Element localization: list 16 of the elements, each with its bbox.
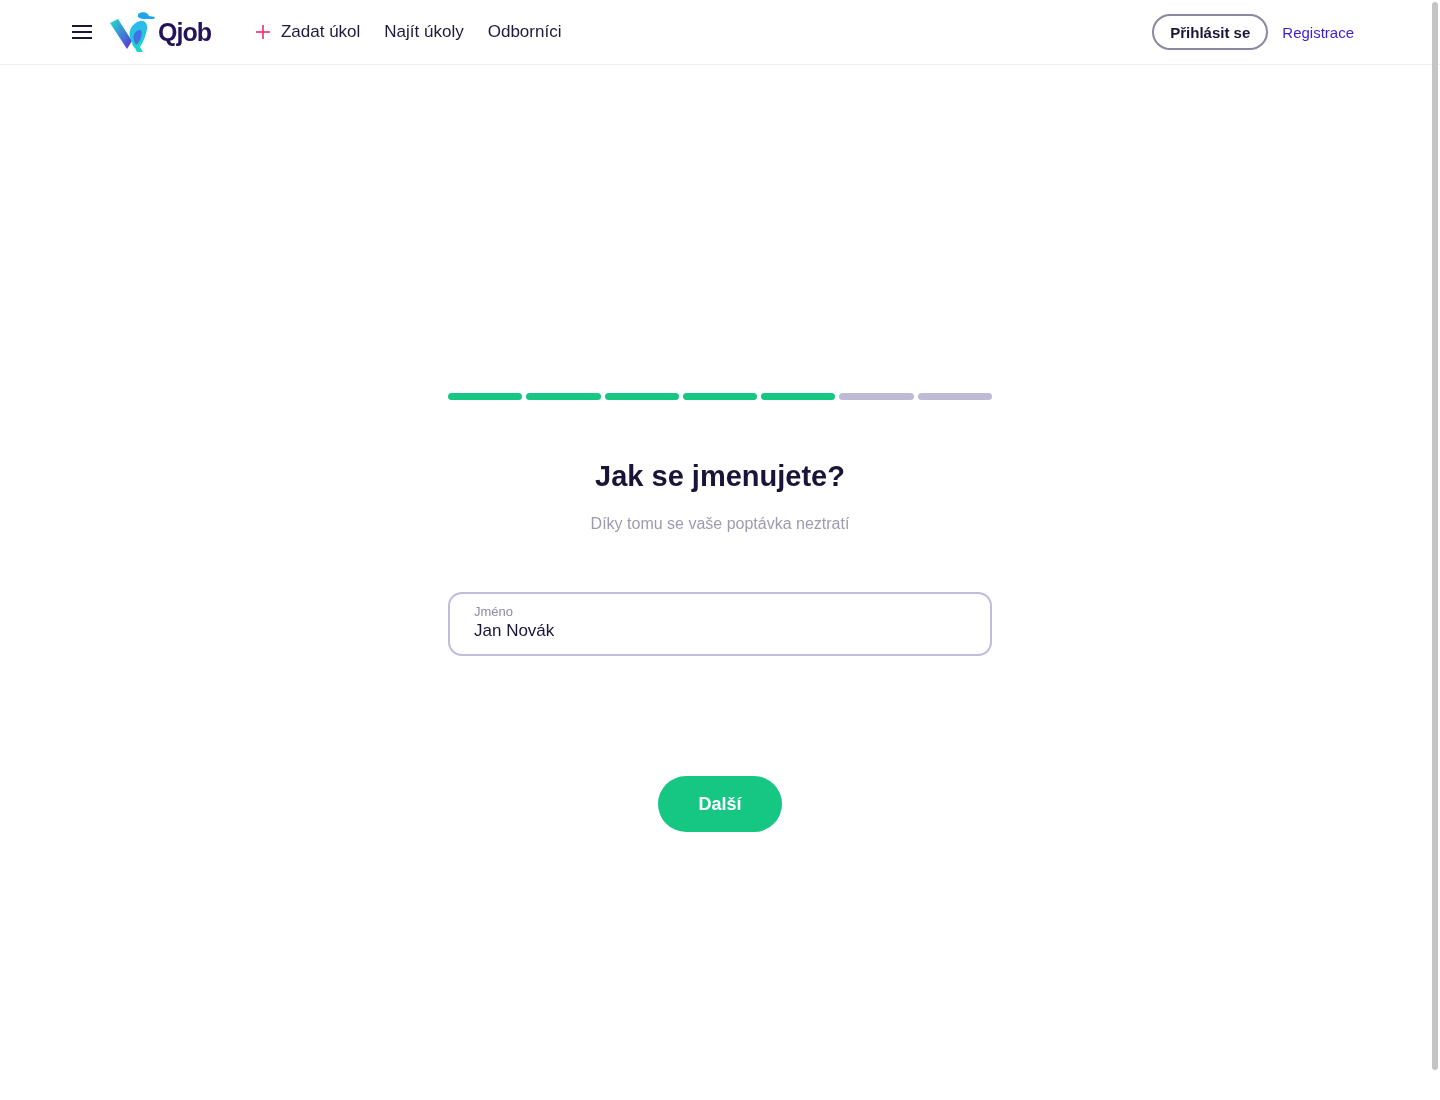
create-task-link[interactable]: Zadat úkol — [255, 22, 361, 42]
nav-link[interactable]: Odborníci — [487, 22, 562, 42]
nav-link[interactable]: Najít úkoly — [384, 22, 464, 42]
menu-button[interactable] — [72, 25, 92, 39]
brand-logo[interactable]: Qjob — [110, 11, 211, 53]
form-title: Jak se jmenujete? — [595, 459, 845, 494]
form-subtitle: Díky tomu se vaše poptávka neztratí — [590, 514, 850, 534]
register-link[interactable]: Registrace — [1282, 23, 1354, 41]
plus-icon — [255, 25, 270, 39]
login-button[interactable]: Přihlásit se — [1152, 14, 1269, 50]
name-field[interactable]: Jméno Jan Novák — [448, 592, 992, 656]
menu-icon — [72, 25, 92, 39]
scrollbar-thumb[interactable] — [1432, 2, 1438, 1070]
name-input[interactable]: Jan Novák — [474, 620, 966, 642]
bird-logo-icon — [110, 11, 156, 53]
field-label: Jméno — [474, 603, 514, 620]
